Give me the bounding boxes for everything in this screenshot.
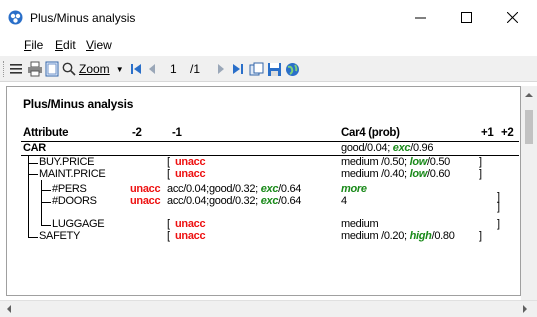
- scroll-right-icon[interactable]: [518, 301, 532, 317]
- magnifier-icon: [62, 62, 76, 76]
- minimize-icon: [414, 17, 426, 18]
- tree-branch-maint: [28, 174, 38, 175]
- first-page-icon: [131, 64, 141, 74]
- last-page-icon: [233, 64, 243, 74]
- row-attr-maint-price: MAINT.PRICE: [39, 168, 106, 180]
- toolbar: Zoom ▼ 1 /1: [0, 56, 537, 82]
- row-value-car: good/0.04; exc/0.96: [341, 142, 434, 154]
- tree-branch-doors: [41, 202, 51, 203]
- page-current[interactable]: 1: [170, 60, 177, 78]
- next-page-button[interactable]: [216, 60, 226, 78]
- menu-bar: File Edit View: [0, 34, 537, 56]
- row-minus1-pers: acc/0.04;good/0.32; exc/0.64: [167, 183, 302, 195]
- bracket-close: ]: [497, 218, 501, 230]
- maximize-icon: [460, 11, 472, 23]
- row-plus-pers: more: [341, 183, 367, 195]
- bracket-open: [: [167, 230, 171, 242]
- report-title: Plus/Minus analysis: [23, 97, 134, 111]
- bracket-open: [: [167, 156, 171, 168]
- menu-edit[interactable]: Edit: [55, 38, 76, 52]
- copy-button[interactable]: [249, 60, 264, 78]
- row-minus1-buy-price: unacc: [175, 156, 206, 168]
- header-minus1: -1: [172, 127, 182, 139]
- row-attr-car: CAR: [23, 142, 46, 154]
- row-attr-buy-price: BUY.PRICE: [39, 156, 95, 168]
- header-plus2: +2: [501, 127, 514, 139]
- row-attr-luggage: LUGGAGE: [52, 218, 105, 230]
- close-button[interactable]: [489, 0, 535, 34]
- page-setup-button[interactable]: [45, 60, 59, 78]
- first-page-button[interactable]: [130, 60, 142, 78]
- row-minus2-pers: unacc: [130, 183, 161, 195]
- row-attr-doors: #DOORS: [52, 195, 97, 207]
- page-icon: [45, 61, 59, 77]
- row-plus-doors: 4: [341, 195, 347, 207]
- toolbar-grip[interactable]: [3, 61, 6, 77]
- bracket-open: [: [167, 168, 171, 180]
- row-minus2-doors: unacc: [130, 195, 161, 207]
- tree-branch-luggage: [41, 225, 51, 226]
- zoom-button[interactable]: Zoom ▼: [62, 60, 124, 78]
- report-view: Plus/Minus analysis Attribute -2 -1 Car4…: [6, 86, 521, 296]
- minimize-button[interactable]: [397, 0, 443, 34]
- print-button[interactable]: [27, 60, 43, 78]
- header-attribute: Attribute: [23, 127, 69, 139]
- scroll-left-icon[interactable]: [2, 301, 16, 317]
- globe-icon: [286, 62, 299, 76]
- page-total: /1: [190, 62, 201, 76]
- next-page-icon: [218, 64, 224, 74]
- menu-view[interactable]: View: [86, 38, 112, 52]
- row-minus1-luggage: unacc: [175, 218, 206, 230]
- print-icon: [28, 61, 42, 77]
- prev-page-icon: [149, 64, 155, 74]
- prev-page-button[interactable]: [147, 60, 157, 78]
- row-value-buy-price: medium /0.50; low/0.50: [341, 156, 450, 168]
- row-minus1-doors: acc/0.04;good/0.32; exc/0.64: [167, 195, 302, 207]
- tree-branch-safety: [28, 237, 38, 238]
- scroll-up-icon[interactable]: [521, 88, 537, 102]
- title-bar: Plus/Minus analysis: [0, 0, 537, 34]
- app-logo-icon: [8, 10, 23, 25]
- scrollbar-thumb[interactable]: [525, 110, 533, 144]
- menu-file[interactable]: File: [24, 38, 43, 52]
- row-value-maint-price: medium /0.40; low/0.60: [341, 168, 450, 180]
- header-plus1: +1: [481, 127, 494, 139]
- tree-line-root: [28, 156, 29, 237]
- bracket-close: ]: [479, 168, 483, 180]
- zoom-label: Zoom: [79, 62, 110, 76]
- bracket-open: [: [167, 218, 171, 230]
- row-attr-safety: SAFETY: [39, 230, 80, 242]
- row-minus1-maint-price: unacc: [175, 168, 206, 180]
- window-title: Plus/Minus analysis: [30, 11, 136, 25]
- header-divider: [21, 141, 519, 142]
- bracket-close: ]: [497, 201, 501, 213]
- header-value: Car4 (prob): [341, 127, 400, 139]
- maximize-button[interactable]: [443, 0, 489, 34]
- bracket-close: ]: [479, 156, 483, 168]
- chevron-down-icon: ▼: [115, 64, 124, 74]
- vertical-scrollbar[interactable]: [521, 86, 537, 300]
- save-icon: [268, 62, 281, 76]
- row-value-luggage: medium: [341, 218, 379, 230]
- tree-branch-buy: [28, 163, 38, 164]
- web-button[interactable]: [285, 60, 300, 78]
- row-minus1-safety: unacc: [175, 230, 206, 242]
- save-button[interactable]: [267, 60, 282, 78]
- horizontal-scrollbar[interactable]: [0, 300, 537, 317]
- close-icon: [506, 11, 518, 23]
- list-icon: [10, 64, 22, 74]
- toc-button[interactable]: [9, 60, 23, 78]
- row-value-safety: medium /0.20; high/0.80: [341, 230, 455, 242]
- bracket-close: ]: [479, 230, 483, 242]
- tree-branch-pers: [41, 190, 51, 191]
- row-attr-pers: #PERS: [52, 183, 87, 195]
- copy-icon: [249, 62, 264, 75]
- header-minus2: -2: [132, 127, 142, 139]
- last-page-button[interactable]: [232, 60, 244, 78]
